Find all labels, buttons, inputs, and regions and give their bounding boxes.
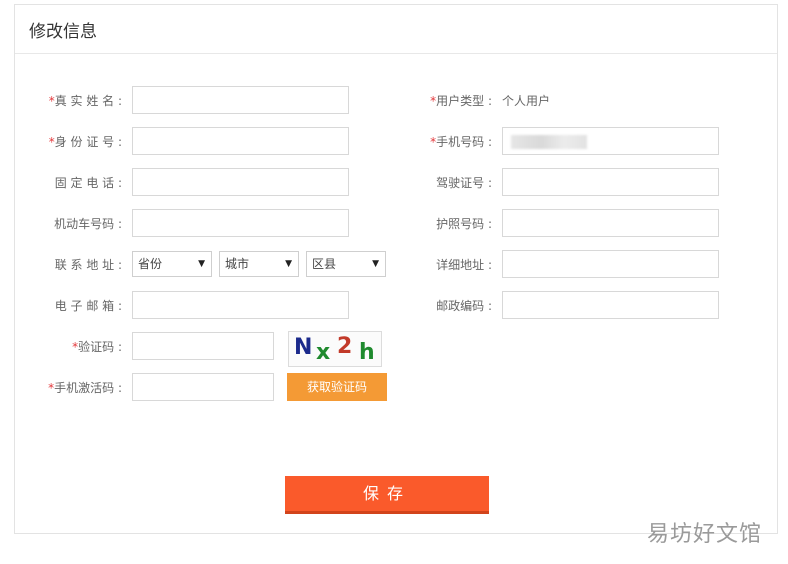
page-title: 修改信息 — [29, 22, 97, 42]
captcha-char: N — [294, 335, 313, 360]
captcha-label: *验证码 : — [72, 340, 122, 354]
address-label: 联 系 地 址 : — [54, 258, 122, 272]
mobile-label: *手机号码 : — [430, 135, 492, 149]
district-select[interactable]: 区县 ▼ — [306, 251, 386, 277]
postcode-input[interactable] — [502, 291, 719, 319]
postcode-label: 邮政编码 : — [436, 299, 492, 313]
landline-label: 固 定 电 话 : — [54, 176, 122, 190]
vehicle-number-input[interactable] — [132, 209, 349, 237]
sms-code-input[interactable] — [132, 373, 274, 401]
get-code-button[interactable]: 获取验证码 — [287, 373, 387, 401]
chevron-down-icon: ▼ — [285, 259, 292, 269]
sms-code-label: *手机激活码 : — [48, 381, 122, 395]
province-select[interactable]: 省份 ▼ — [132, 251, 212, 277]
vehicle-number-label: 机动车号码 : — [54, 217, 122, 231]
id-number-input[interactable] — [132, 127, 349, 155]
chevron-down-icon: ▼ — [372, 259, 379, 269]
user-type-label: *用户类型 : — [430, 94, 492, 108]
mobile-input[interactable] — [502, 127, 719, 155]
real-name-input[interactable] — [132, 86, 349, 114]
city-select[interactable]: 城市 ▼ — [219, 251, 299, 277]
captcha-input[interactable] — [132, 332, 274, 360]
detail-address-input[interactable] — [502, 250, 719, 278]
masked-phone-number — [511, 135, 587, 149]
captcha-char: 2 — [337, 334, 353, 359]
detail-address-label: 详细地址 : — [436, 258, 492, 272]
driver-license-label: 驾驶证号 : — [436, 176, 492, 190]
landline-input[interactable] — [132, 168, 349, 196]
email-label: 电 子 邮 箱 : — [54, 299, 122, 313]
save-button[interactable]: 保存 — [285, 476, 489, 514]
driver-license-input[interactable] — [502, 168, 719, 196]
id-number-label: *身 份 证 号 : — [48, 135, 122, 149]
watermark: 易坊好文馆 — [646, 522, 762, 547]
email-input[interactable] — [132, 291, 349, 319]
captcha-image[interactable]: N x 2 h — [288, 331, 382, 367]
captcha-char: h — [359, 340, 375, 365]
real-name-label: *真 实 姓 名 : — [48, 94, 122, 108]
chevron-down-icon: ▼ — [198, 259, 205, 269]
panel-header: 修改信息 — [15, 5, 777, 54]
passport-label: 护照号码 : — [436, 217, 492, 231]
user-type-value: 个人用户 — [502, 94, 551, 108]
passport-input[interactable] — [502, 209, 719, 237]
captcha-char: x — [316, 340, 331, 365]
